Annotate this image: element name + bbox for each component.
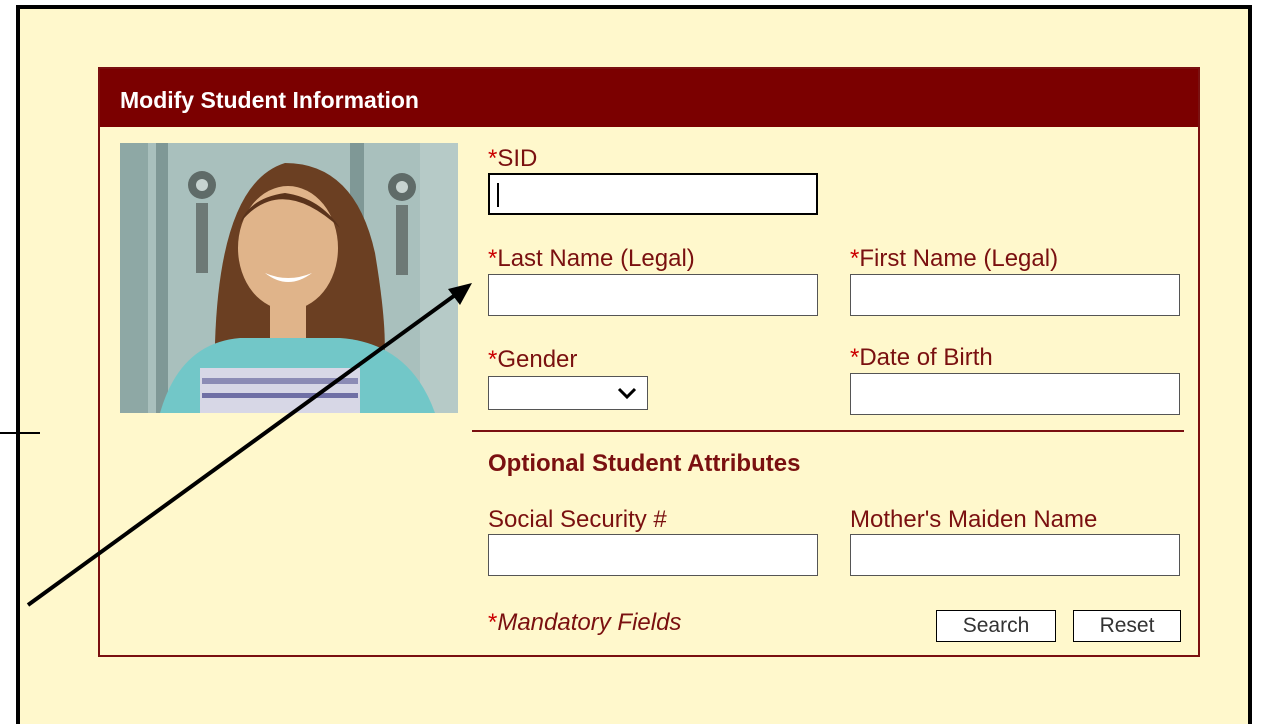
- student-photo: [120, 143, 458, 413]
- annotation-line: [0, 432, 40, 434]
- reset-button[interactable]: Reset: [1073, 610, 1181, 642]
- gender-select[interactable]: [488, 376, 648, 410]
- dob-label-text: Date of Birth: [859, 344, 993, 371]
- last-name-label-text: Last Name (Legal): [497, 245, 695, 272]
- sid-label-text: SID: [497, 145, 538, 172]
- mandatory-note: *Mandatory Fields: [488, 609, 681, 637]
- sid-field[interactable]: [488, 173, 818, 215]
- chevron-down-icon[interactable]: [617, 381, 637, 405]
- search-button[interactable]: Search: [936, 610, 1056, 642]
- ssn-field[interactable]: [488, 534, 818, 576]
- required-marker: *: [488, 145, 498, 172]
- sid-input[interactable]: [490, 175, 816, 213]
- dob-input[interactable]: [851, 374, 1179, 414]
- required-marker: *: [850, 344, 860, 371]
- last-name-label: *Last Name (Legal): [488, 245, 695, 273]
- last-name-input[interactable]: [489, 275, 817, 315]
- required-marker: *: [488, 245, 498, 272]
- dob-field[interactable]: [850, 373, 1180, 415]
- first-name-input[interactable]: [851, 275, 1179, 315]
- ssn-label: Social Security #: [488, 506, 667, 533]
- maiden-name-input[interactable]: [851, 535, 1179, 575]
- ssn-input[interactable]: [489, 535, 817, 575]
- dob-label: *Date of Birth: [850, 344, 993, 372]
- gender-label-text: Gender: [497, 346, 578, 373]
- last-name-field[interactable]: [488, 274, 818, 316]
- section-divider: [472, 430, 1184, 432]
- required-marker: *: [488, 609, 498, 636]
- first-name-field[interactable]: [850, 274, 1180, 316]
- required-marker: *: [488, 346, 498, 373]
- first-name-label: *First Name (Legal): [850, 245, 1058, 273]
- optional-section-title: Optional Student Attributes: [488, 450, 801, 477]
- maiden-name-label: Mother's Maiden Name: [850, 506, 1098, 533]
- text-caret: [497, 183, 499, 207]
- modify-student-panel: Modify Student Information *SID *Last Na…: [98, 67, 1200, 657]
- gender-label: *Gender: [488, 346, 577, 374]
- panel-title: Modify Student Information: [100, 69, 1198, 127]
- required-marker: *: [850, 245, 860, 272]
- first-name-label-text: First Name (Legal): [859, 245, 1059, 272]
- student-photo-image: [120, 143, 458, 413]
- sid-label: *SID: [488, 145, 537, 173]
- mandatory-note-text: Mandatory Fields: [497, 609, 682, 636]
- maiden-name-field[interactable]: [850, 534, 1180, 576]
